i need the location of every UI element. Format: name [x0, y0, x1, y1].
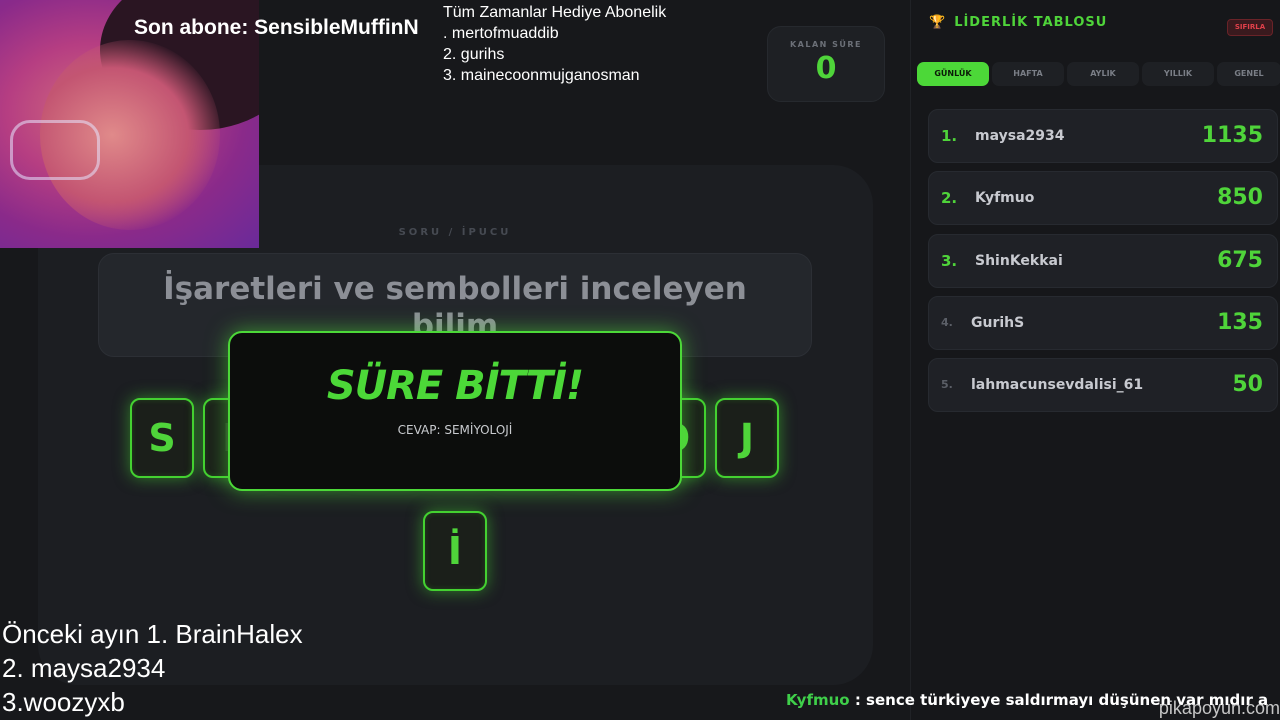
row-rank: 1. — [941, 127, 958, 145]
leaderboard-row: 4. GurihS 135 — [928, 296, 1278, 350]
tab-gunluk[interactable]: GÜNLÜK — [917, 62, 989, 86]
timer-label: KALAN SÜRE — [789, 40, 863, 49]
timer-value: 0 — [815, 51, 837, 86]
prev-item: 3.woozyxb — [2, 687, 125, 717]
period-tabs: GÜNLÜK HAFTA AYLIK YILLIK GENEL — [917, 62, 1280, 86]
tab-aylik[interactable]: AYLIK — [1067, 62, 1139, 86]
tab-genel[interactable]: GENEL — [1217, 62, 1280, 86]
row-name: ShinKekkai — [975, 253, 1063, 269]
row-name: lahmacunsevdalisi_61 — [971, 377, 1144, 393]
leaderboard-header: 🏆 LİDERLİK TABLOSU — [929, 15, 1107, 30]
gift-item: 3. mainecoonmujganosman — [443, 67, 640, 84]
letter-tile: S — [130, 398, 194, 478]
letter-tile: İ — [423, 511, 487, 591]
leaderboard-panel: 🏆 LİDERLİK TABLOSU SIFIRLA GÜNLÜK HAFTA A… — [910, 0, 1280, 720]
row-score: 850 — [1217, 185, 1263, 210]
previous-month-list: Önceki ayın 1. BrainHalex 2. maysa2934 3… — [2, 617, 303, 719]
leaderboard-row: 5. lahmacunsevdalisi_61 50 — [928, 358, 1278, 412]
leaderboard-row: 2. Kyfmuo 850 — [928, 171, 1278, 225]
leaderboard-title: LİDERLİK TABLOSU — [954, 15, 1108, 30]
reset-button[interactable]: SIFIRLA — [1227, 19, 1273, 36]
leaderboard-row: 3. ShinKekkai 675 — [928, 234, 1278, 288]
row-rank: 4. — [941, 316, 953, 329]
chat-user: Kyfmuo — [786, 691, 850, 709]
row-name: GurihS — [971, 315, 1025, 331]
row-name: maysa2934 — [975, 128, 1065, 144]
row-score: 135 — [1217, 310, 1263, 335]
leaderboard-row: 1. maysa2934 1135 — [928, 109, 1278, 163]
prev-item: Önceki ayın 1. BrainHalex — [2, 619, 303, 649]
tab-hafta[interactable]: HAFTA — [992, 62, 1064, 86]
row-name: Kyfmuo — [975, 190, 1035, 206]
time-up-title: SÜRE BİTTİ! — [326, 363, 584, 409]
row-rank: 5. — [941, 378, 953, 391]
row-score: 675 — [1217, 248, 1263, 273]
prev-item: 2. maysa2934 — [2, 653, 166, 683]
row-rank: 2. — [941, 189, 958, 207]
row-rank: 3. — [941, 252, 958, 270]
answer-text: CEVAP: SEMİYOLOJİ — [397, 423, 513, 437]
letter-tile: J — [715, 398, 779, 478]
time-up-modal: SÜRE BİTTİ! CEVAP: SEMİYOLOJİ — [228, 331, 682, 491]
gift-sub-list: Tüm Zamanlar Hediye Abonelik . mertofmua… — [443, 2, 666, 86]
last-subscriber: Son abone: SensibleMuffinN — [134, 16, 419, 39]
timer-panel: KALAN SÜRE 0 — [767, 26, 885, 102]
trophy-icon: 🏆 — [929, 15, 947, 30]
row-score: 1135 — [1201, 123, 1263, 148]
watermark: pikapoyun.com — [1158, 698, 1280, 718]
tab-yillik[interactable]: YILLIK — [1142, 62, 1214, 86]
gift-title: Tüm Zamanlar Hediye Abonelik — [443, 4, 667, 21]
row-score: 50 — [1232, 372, 1263, 397]
question-line-1: İşaretleri ve sembolleri inceleyen — [163, 271, 747, 307]
gift-item: . mertofmuaddib — [443, 25, 559, 42]
gift-item: 2. gurihs — [443, 46, 505, 63]
